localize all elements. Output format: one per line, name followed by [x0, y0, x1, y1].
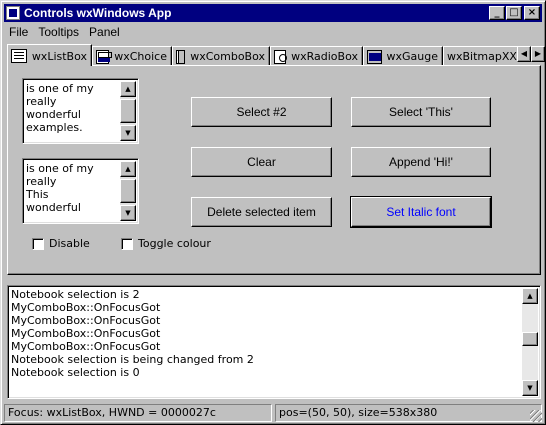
- resize-grip-icon[interactable]: [530, 410, 542, 422]
- toggle-colour-checkbox[interactable]: Toggle colour: [121, 237, 211, 250]
- main-window: Controls wxWindows App _ □ × File Toolti…: [0, 0, 546, 425]
- list-item[interactable]: is one of my: [26, 162, 120, 175]
- list-item[interactable]: is one of my: [26, 82, 120, 95]
- log-scrollbar[interactable]: ▲ ▼: [522, 288, 538, 396]
- app-icon[interactable]: [6, 6, 20, 20]
- tab-label: wxListBox: [31, 49, 87, 63]
- list-item[interactable]: really: [26, 95, 120, 108]
- list-item[interactable]: wonderful: [26, 201, 120, 214]
- disable-checkbox-label: Disable: [49, 237, 90, 250]
- title-bar[interactable]: Controls wxWindows App _ □ ×: [4, 4, 542, 22]
- status-bar: Focus: wxListBox, HWND = 0000027c pos=(5…: [4, 404, 542, 422]
- checkbox-icon[interactable]: [121, 237, 133, 250]
- list-item[interactable]: really: [26, 175, 120, 188]
- set-italic-font-button[interactable]: Set Italic font: [350, 196, 492, 228]
- append-hi-button[interactable]: Append 'Hi!': [351, 147, 491, 177]
- menu-file[interactable]: File: [4, 25, 33, 39]
- status-focus: Focus: wxListBox, HWND = 0000027c: [4, 404, 272, 422]
- combobox-icon: [176, 49, 186, 64]
- menu-panel[interactable]: Panel: [84, 25, 125, 39]
- scroll-up-arrow-icon[interactable]: ▲: [120, 161, 136, 177]
- disable-checkbox[interactable]: Disable: [32, 237, 90, 250]
- close-button[interactable]: ×: [524, 6, 540, 20]
- tab-label: wxBitmapXX: [447, 50, 517, 63]
- scroll-down-arrow-icon[interactable]: ▼: [120, 125, 136, 141]
- list-item[interactable]: This: [26, 188, 120, 201]
- window-title: Controls wxWindows App: [24, 6, 172, 20]
- listbox-1[interactable]: is one of my really wonderful examples. …: [22, 78, 139, 144]
- log-line: MyComboBox::OnFocusGot: [11, 327, 161, 340]
- menu-bar: File Tooltips Panel: [4, 23, 125, 41]
- toggle-colour-checkbox-label: Toggle colour: [138, 237, 211, 250]
- choice-icon: [96, 49, 113, 64]
- listbox-1-scrollbar[interactable]: ▲ ▼: [120, 81, 136, 141]
- scroll-down-arrow-icon[interactable]: ▼: [120, 205, 136, 221]
- listbox-2[interactable]: is one of my really This wonderful ▲ ▼: [22, 158, 139, 224]
- radiobox-icon: [274, 49, 288, 64]
- delete-selected-item-button[interactable]: Delete selected item: [191, 197, 332, 227]
- gauge-icon: [367, 49, 382, 64]
- log-line: Notebook selection is 2: [11, 288, 140, 301]
- listbox-2-scrollbar[interactable]: ▲ ▼: [120, 161, 136, 221]
- minimize-button[interactable]: _: [489, 6, 505, 20]
- tab-label: wxComboBox: [190, 50, 265, 63]
- list-item[interactable]: wonderful: [26, 108, 120, 121]
- set-italic-font-label: Set Italic font: [386, 205, 456, 219]
- list-item[interactable]: examples.: [26, 121, 120, 134]
- scroll-thumb[interactable]: [120, 99, 136, 123]
- maximize-button[interactable]: □: [506, 6, 522, 20]
- tab-label: wxRadioBox: [291, 50, 358, 63]
- tab-wxbitmapxx[interactable]: wxBitmapXX: [443, 46, 517, 66]
- notebook-tabs: wxListBox wxChoice wxComboBox wxRadioBox…: [7, 44, 517, 66]
- log-line: Notebook selection is being changed from…: [11, 353, 254, 366]
- listbox-icon: [11, 49, 27, 63]
- select-this-button[interactable]: Select 'This': [351, 97, 491, 127]
- tab-scroll-right-button[interactable]: ▶: [531, 46, 545, 62]
- log-line: MyComboBox::OnFocusGot: [11, 301, 161, 314]
- tab-scroll-left-button[interactable]: ◀: [517, 46, 531, 62]
- tab-label: wxChoice: [114, 50, 167, 63]
- scroll-down-arrow-icon[interactable]: ▼: [522, 380, 538, 396]
- tab-wxradiobox[interactable]: wxRadioBox: [270, 46, 363, 66]
- tab-wxcombobox[interactable]: wxComboBox: [172, 46, 270, 66]
- log-textbox[interactable]: Notebook selection is 2 MyComboBox::OnFo…: [7, 285, 541, 399]
- log-line: MyComboBox::OnFocusGot: [11, 314, 161, 327]
- log-line: Notebook selection is 0: [11, 366, 140, 379]
- tab-wxchoice[interactable]: wxChoice: [92, 46, 172, 66]
- status-position: pos=(50, 50), size=538x380: [275, 404, 542, 422]
- menu-tooltips[interactable]: Tooltips: [33, 25, 84, 39]
- scroll-thumb[interactable]: [120, 179, 136, 203]
- scroll-up-arrow-icon[interactable]: ▲: [120, 81, 136, 97]
- select-2-button[interactable]: Select #2: [191, 97, 332, 127]
- tab-wxgauge[interactable]: wxGauge: [363, 46, 443, 66]
- scroll-up-arrow-icon[interactable]: ▲: [522, 288, 538, 304]
- checkbox-icon[interactable]: [32, 237, 44, 250]
- log-line: MyComboBox::OnFocusGot: [11, 340, 161, 353]
- notebook-page-listbox: is one of my really wonderful examples. …: [7, 65, 541, 275]
- scroll-thumb[interactable]: [522, 332, 538, 346]
- clear-button[interactable]: Clear: [191, 147, 332, 177]
- tab-label: wxGauge: [386, 50, 439, 63]
- tab-wxlistbox[interactable]: wxListBox: [7, 44, 92, 66]
